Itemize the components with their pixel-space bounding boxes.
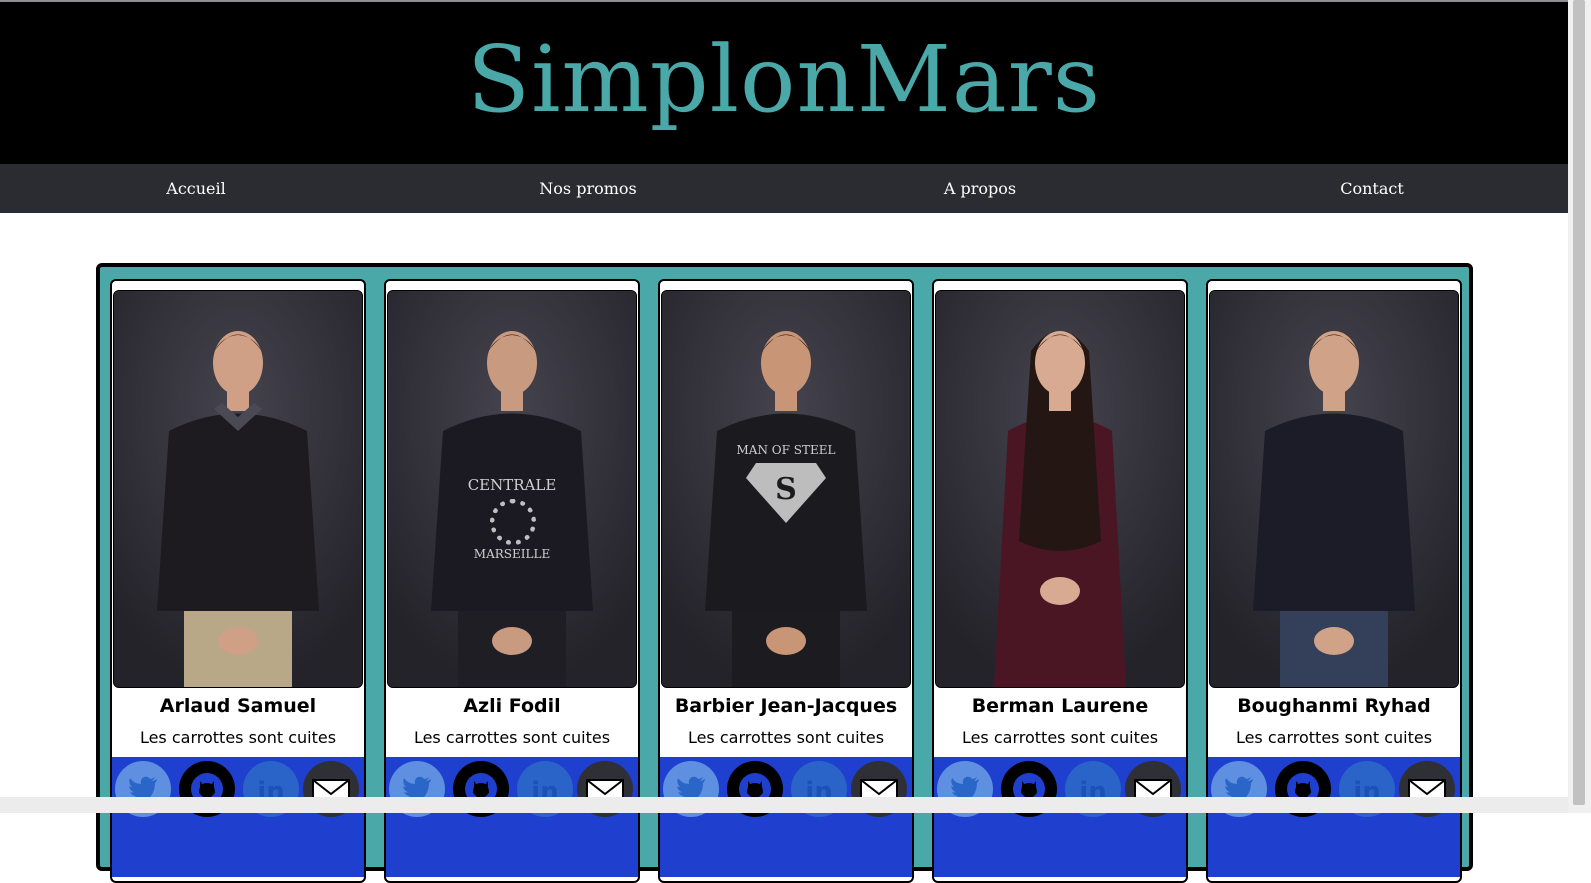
nav-nos-promos[interactable]: Nos promos — [539, 164, 636, 213]
social-links-bar: in — [112, 757, 364, 877]
social-links-bar: in — [1208, 757, 1460, 877]
social-links-bar: in — [386, 757, 638, 877]
nav-contact[interactable]: Contact — [1340, 164, 1404, 213]
student-slogan: Les carrottes sont cuites — [1235, 728, 1433, 747]
student-name: Arlaud Samuel — [159, 695, 317, 717]
student-photo: MAN OF STEEL S — [661, 290, 911, 688]
student-card: MAN OF STEEL S Barbier Jean-Jacques Les car… — [658, 279, 914, 883]
social-links-bar: in — [934, 757, 1186, 877]
promo-gallery: Arlaud Samuel Les carrottes sont cuites in… — [96, 263, 1473, 883]
student-photo — [113, 290, 363, 688]
student-slogan: Les carrottes sont cuites — [139, 728, 337, 747]
horizontal-scrollbar[interactable] — [0, 797, 1568, 813]
student-slogan: Les carrottes sont cuites — [687, 728, 885, 747]
student-card: Arlaud Samuel Les carrottes sont cuites in — [110, 279, 366, 883]
student-name: Azli Fodil — [463, 695, 561, 717]
nav-accueil[interactable]: Accueil — [166, 164, 225, 213]
nav-a-propos[interactable]: A propos — [944, 164, 1016, 213]
site-header: SimplonMars — [0, 2, 1568, 164]
shirt-print-text: MAN OF STEEL — [736, 443, 836, 457]
shirt-print-text: MARSEILLE — [473, 547, 551, 561]
vertical-scrollbar-thumb[interactable] — [1573, 0, 1585, 805]
shirt-print-text: CENTRALE — [467, 476, 557, 494]
social-links-bar: in — [660, 757, 912, 877]
student-card: CENTRALE MARSEILLE Azli Fodil Les carrottes… — [384, 279, 640, 883]
student-photo — [1209, 290, 1459, 688]
student-slogan: Les carrottes sont cuites — [961, 728, 1159, 747]
svg-text:S: S — [775, 472, 797, 507]
student-photo — [935, 290, 1185, 688]
student-card: Boughanmi Ryhad Les carrottes sont cuites… — [1206, 279, 1462, 883]
student-slogan: Les carrottes sont cuites — [413, 728, 611, 747]
student-card: Berman Laurene Les carrottes sont cuites i… — [932, 279, 1188, 883]
main-nav: Accueil Nos promos A propos Contact — [0, 164, 1568, 213]
student-name: Barbier Jean-Jacques — [674, 695, 898, 717]
site-title[interactable]: SimplonMars — [467, 26, 1101, 133]
student-name: Berman Laurene — [971, 695, 1149, 717]
student-photo: CENTRALE MARSEILLE — [387, 290, 637, 688]
gear-emblem-icon — [490, 499, 536, 545]
student-name: Boughanmi Ryhad — [1237, 695, 1431, 717]
